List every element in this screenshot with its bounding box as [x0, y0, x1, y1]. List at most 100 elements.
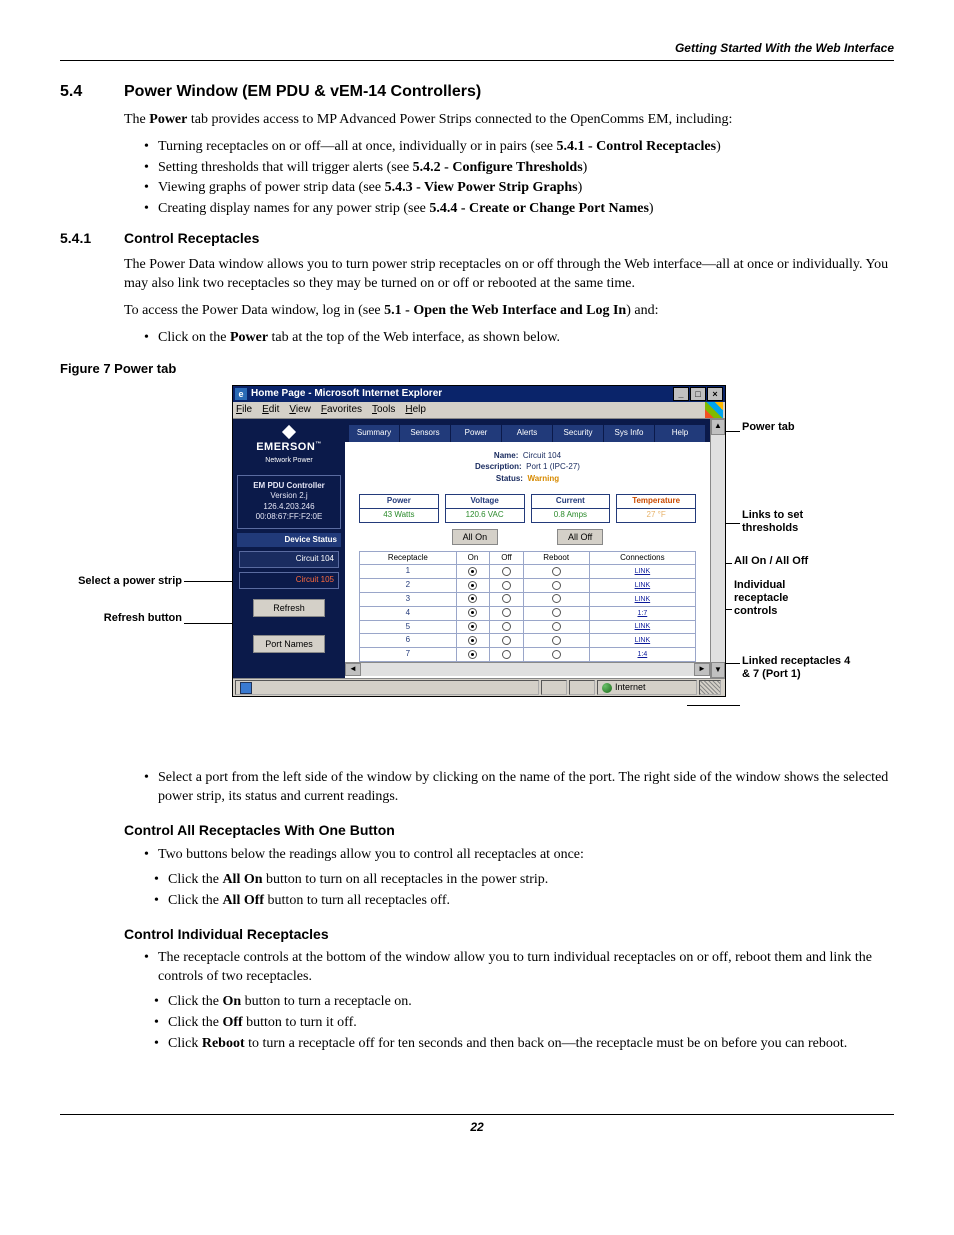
- minimize-button[interactable]: _: [673, 387, 689, 401]
- metric-current[interactable]: Current 0.8 Amps: [531, 494, 611, 523]
- resize-grip-icon[interactable]: [699, 680, 721, 695]
- metric-voltage[interactable]: Voltage 120.6 VAC: [445, 494, 525, 523]
- controller-ip: 126.4.203.246: [241, 502, 337, 512]
- link-cell[interactable]: LINK: [589, 579, 695, 593]
- link-cell[interactable]: LINK: [589, 593, 695, 607]
- radio-reboot[interactable]: [552, 622, 561, 631]
- step-list: Select a port from the left side of the …: [144, 769, 894, 807]
- radio-off[interactable]: [502, 636, 511, 645]
- label: Name:: [494, 451, 518, 460]
- refresh-button[interactable]: Refresh: [253, 599, 325, 617]
- section-number: 5.4: [60, 81, 124, 103]
- menu-file[interactable]: File: [236, 403, 252, 417]
- all-buttons-row: All On All Off: [345, 529, 710, 545]
- radio-off[interactable]: [502, 650, 511, 659]
- list-item: Creating display names for any power str…: [144, 200, 894, 219]
- list-item: Setting thresholds that will trigger ale…: [144, 159, 894, 178]
- list: Two buttons below the readings allow you…: [144, 846, 894, 865]
- text: Click: [168, 1036, 202, 1051]
- scroll-right-icon[interactable]: ►: [694, 663, 710, 676]
- radio-reboot[interactable]: [552, 608, 561, 617]
- radio-off[interactable]: [502, 581, 511, 590]
- link-cell[interactable]: LINK: [589, 565, 695, 579]
- label: Description:: [475, 462, 522, 471]
- close-button[interactable]: ×: [707, 387, 723, 401]
- menu-view[interactable]: View: [289, 403, 311, 417]
- window-title: Home Page - Microsoft Internet Explorer: [251, 387, 442, 401]
- tab-sensors[interactable]: Sensors: [400, 425, 451, 442]
- metrics-row: Power 43 Watts Voltage 120.6 VAC Current…: [359, 494, 696, 523]
- port-names-button[interactable]: Port Names: [253, 635, 325, 653]
- menu-favorites[interactable]: Favorites: [321, 403, 362, 417]
- circuit-item-104[interactable]: Circuit 104: [239, 551, 339, 568]
- text-bold: Power: [149, 112, 187, 127]
- xref: 5.4.3 - View Power Strip Graphs: [385, 180, 578, 195]
- tab-summary[interactable]: Summary: [349, 425, 400, 442]
- radio-off[interactable]: [502, 608, 511, 617]
- radio-on[interactable]: [468, 622, 477, 631]
- table-header-row: Receptacle On Off Reboot Connections: [360, 551, 696, 565]
- vertical-scrollbar[interactable]: ▲ ▼: [710, 419, 725, 678]
- metric-header: Current: [532, 495, 610, 509]
- tab-sysinfo[interactable]: Sys Info: [604, 425, 655, 442]
- metric-temperature[interactable]: Temperature 27 °F: [616, 494, 696, 523]
- scroll-track[interactable]: [711, 435, 725, 662]
- scroll-left-icon[interactable]: ◄: [345, 663, 361, 676]
- step-list: Click on the Power tab at the top of the…: [144, 329, 894, 348]
- table-row: 2LINK: [360, 579, 696, 593]
- link-cell[interactable]: 1:4: [589, 648, 695, 662]
- scroll-track[interactable]: [361, 663, 694, 676]
- scroll-down-icon[interactable]: ▼: [711, 662, 725, 678]
- menu-bar: File Edit View Favorites Tools Help: [233, 402, 725, 419]
- circuit-item-105[interactable]: Circuit 105: [239, 572, 339, 589]
- tab-security[interactable]: Security: [553, 425, 604, 442]
- radio-on[interactable]: [468, 636, 477, 645]
- ie-icon: e: [235, 388, 247, 400]
- link-cell[interactable]: LINK: [589, 620, 695, 634]
- menu-edit[interactable]: Edit: [262, 403, 279, 417]
- text: to turn a receptacle off for ten seconds…: [245, 1036, 848, 1051]
- radio-reboot[interactable]: [552, 594, 561, 603]
- maximize-button[interactable]: □: [690, 387, 706, 401]
- th-off: Off: [490, 551, 523, 565]
- label: Status:: [496, 474, 523, 483]
- scroll-up-icon[interactable]: ▲: [711, 419, 725, 435]
- radio-reboot[interactable]: [552, 581, 561, 590]
- metric-value: 43 Watts: [360, 509, 438, 522]
- link-cell[interactable]: 1:7: [589, 606, 695, 620]
- all-off-button[interactable]: All Off: [557, 529, 603, 545]
- all-on-button[interactable]: All On: [452, 529, 499, 545]
- th-reboot: Reboot: [523, 551, 589, 565]
- menu-help[interactable]: Help: [405, 403, 426, 417]
- callout-power-tab: Power tab: [742, 421, 795, 434]
- radio-on[interactable]: [468, 650, 477, 659]
- radio-off[interactable]: [502, 622, 511, 631]
- radio-reboot[interactable]: [552, 636, 561, 645]
- tab-alerts[interactable]: Alerts: [502, 425, 553, 442]
- radio-reboot[interactable]: [552, 650, 561, 659]
- xref: 5.1 - Open the Web Interface and Log In: [384, 303, 626, 318]
- menu-tools[interactable]: Tools: [372, 403, 395, 417]
- radio-off[interactable]: [502, 567, 511, 576]
- tab-power[interactable]: Power: [451, 425, 502, 442]
- metric-power[interactable]: Power 43 Watts: [359, 494, 439, 523]
- text: Setting thresholds that will trigger ale…: [158, 160, 413, 175]
- status-value: Warning: [527, 474, 559, 483]
- status-text: Internet: [615, 681, 646, 693]
- radio-on[interactable]: [468, 567, 477, 576]
- xref: 5.4.1 - Control Receptacles: [557, 139, 717, 154]
- cell-id: 4: [360, 606, 457, 620]
- radio-on[interactable]: [468, 594, 477, 603]
- radio-reboot[interactable]: [552, 567, 561, 576]
- cell-id: 6: [360, 634, 457, 648]
- horizontal-scrollbar[interactable]: ◄ ►: [345, 662, 710, 676]
- tab-help[interactable]: Help: [655, 425, 706, 442]
- list: The receptacle controls at the bottom of…: [144, 949, 894, 987]
- controller-mac: 00:08:67:FF:F2:0E: [241, 512, 337, 522]
- metric-value: 0.8 Amps: [532, 509, 610, 522]
- link-cell[interactable]: LINK: [589, 634, 695, 648]
- radio-on[interactable]: [468, 581, 477, 590]
- radio-off[interactable]: [502, 594, 511, 603]
- radio-on[interactable]: [468, 608, 477, 617]
- strip-info: Name: Circuit 104 Description: Port 1 (I…: [345, 442, 710, 490]
